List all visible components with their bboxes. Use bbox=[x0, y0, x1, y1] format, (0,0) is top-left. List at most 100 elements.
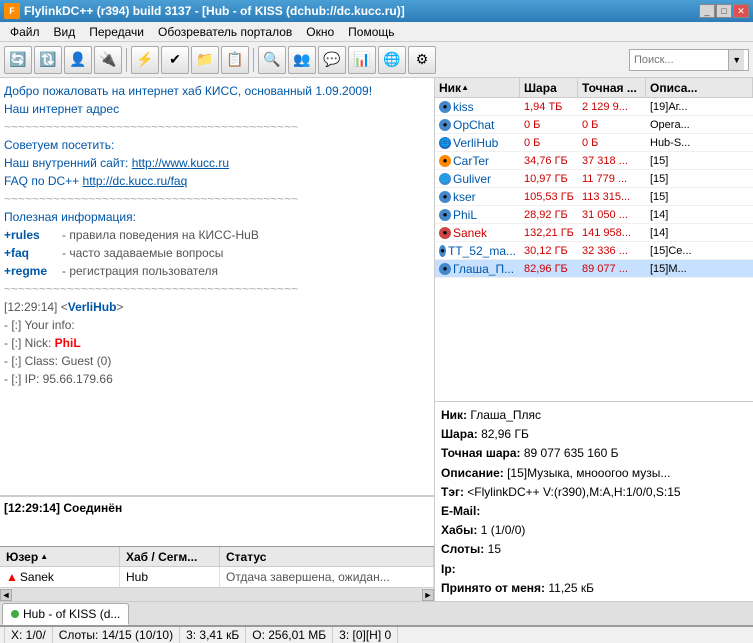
info-received-label: Принято от меня: bbox=[441, 581, 545, 595]
user-row-verlihub[interactable]: 🌐 VerliHub 0 Б 0 Б Hub-S... bbox=[435, 134, 753, 152]
toolbar-btn-user[interactable]: 👤 bbox=[64, 46, 92, 74]
toolbar-btn-chat[interactable]: 💬 bbox=[318, 46, 346, 74]
menu-bar: Файл Вид Передачи Обозреватель порталов … bbox=[0, 22, 753, 42]
toolbar-btn-connect[interactable]: 🔌 bbox=[94, 46, 122, 74]
avatar-kiss: ● bbox=[439, 101, 451, 113]
user-row-sanek[interactable]: ● Sanek 132,21 ГБ 141 958... [14] bbox=[435, 224, 753, 242]
user-share-opchat: 0 Б bbox=[520, 118, 578, 132]
toolbar-btn-users[interactable]: 👥 bbox=[288, 46, 316, 74]
user-exact-sanek: 141 958... bbox=[578, 226, 646, 240]
cmd-regme: +regme - регистрация пользователя bbox=[4, 262, 430, 280]
transfer-cell-status: Отдача завершена, ожидан... bbox=[220, 567, 434, 587]
menu-help[interactable]: Помощь bbox=[342, 23, 400, 41]
toolbar-btn-refresh2[interactable]: 🔃 bbox=[34, 46, 62, 74]
info-email: E-Mail: bbox=[441, 502, 747, 521]
toolbar-sep2 bbox=[253, 48, 254, 72]
info-tag-label: Тэг: bbox=[441, 485, 464, 499]
site-link[interactable]: http://www.kucc.ru bbox=[132, 156, 229, 170]
transfer-area: Юзер ▲ Хаб / Сегм... Статус ▲ Sanek Hub bbox=[0, 546, 434, 601]
menu-window[interactable]: Окно bbox=[300, 23, 340, 41]
faq-link[interactable]: http://dc.kucc.ru/faq bbox=[83, 174, 188, 188]
user-row-kser[interactable]: ● kser 105,53 ГБ 113 315... [15] bbox=[435, 188, 753, 206]
tilde3: ~~~~~~~~~~~~~~~~~~~~~~~~~~~~~~~~~~~~~~~~… bbox=[4, 280, 430, 298]
menu-transfers[interactable]: Передачи bbox=[83, 23, 150, 41]
user-share-verlihub: 0 Б bbox=[520, 136, 578, 150]
search-dropdown-btn[interactable]: ▼ bbox=[728, 50, 744, 70]
user-col-desc[interactable]: Описа... bbox=[646, 78, 753, 97]
minimize-button[interactable]: _ bbox=[699, 4, 715, 18]
main-area: Добро пожаловать на интернет хаб КИСС, о… bbox=[0, 78, 753, 601]
toolbar-right: ▼ bbox=[629, 49, 749, 71]
menu-view[interactable]: Вид bbox=[48, 23, 82, 41]
user-nick-kiss: ● kiss bbox=[435, 99, 520, 115]
info-exact: Точная шара: 89 077 635 160 Б bbox=[441, 444, 747, 463]
menu-file[interactable]: Файл bbox=[4, 23, 46, 41]
user-desc-sanek: [14] bbox=[646, 226, 753, 240]
h-scroll-track[interactable] bbox=[12, 588, 422, 601]
transfer-row[interactable]: ▲ Sanek Hub Отдача завершена, ожидан... bbox=[0, 567, 434, 587]
horizontal-scrollbar[interactable]: ◄ ► bbox=[0, 587, 434, 601]
user-nick-kser: ● kser bbox=[435, 189, 520, 205]
search-input[interactable] bbox=[634, 54, 728, 66]
user-share-carter: 34,76 ГБ bbox=[520, 154, 578, 168]
user-desc-kiss: [19]Аг... bbox=[646, 100, 753, 114]
info-desc-value: [15]Музыка, мнооогоо музы... bbox=[507, 466, 670, 480]
transfer-col-hub[interactable]: Хаб / Сегм... bbox=[120, 547, 220, 566]
info-desc-label: Описание: bbox=[441, 466, 504, 480]
info-desc: Описание: [15]Музыка, мнооогоо музы... bbox=[441, 464, 747, 483]
toolbar-sep1 bbox=[126, 48, 127, 72]
toolbar-btn-web[interactable]: 🌐 bbox=[378, 46, 406, 74]
transfer-header: Юзер ▲ Хаб / Сегм... Статус bbox=[0, 547, 434, 567]
avatar-glasha: ● bbox=[439, 263, 451, 275]
toolbar-btn-stats[interactable]: 📊 bbox=[348, 46, 376, 74]
user-row-kiss[interactable]: ● kiss 1,94 ТБ 2 129 9... [19]Аг... bbox=[435, 98, 753, 116]
info-slots-value: 15 bbox=[488, 542, 501, 556]
menu-portals[interactable]: Обозреватель порталов bbox=[152, 23, 298, 41]
close-button[interactable]: ✕ bbox=[733, 4, 749, 18]
window-controls[interactable]: _ □ ✕ bbox=[699, 4, 749, 18]
user-nick-tt52: ● TT_52_ma... bbox=[435, 243, 520, 259]
sys-ip: - [:] IP: 95.66.179.66 bbox=[4, 370, 430, 388]
toolbar-btn-action1[interactable]: ⚡ bbox=[131, 46, 159, 74]
user-col-share[interactable]: Шара bbox=[520, 78, 578, 97]
search-box[interactable]: ▼ bbox=[629, 49, 749, 71]
tab-status-dot bbox=[11, 610, 19, 618]
user-col-exact[interactable]: Точная ... bbox=[578, 78, 646, 97]
toolbar-btn-settings[interactable]: ⚙ bbox=[408, 46, 436, 74]
info-sent-label: Отдано мне: bbox=[441, 600, 515, 601]
toolbar-btn-action2[interactable]: ✔ bbox=[161, 46, 189, 74]
title-bar: F FlylinkDC++ (r394) build 3137 - [Hub -… bbox=[0, 0, 753, 22]
toolbar-btn-refresh1[interactable]: 🔄 bbox=[4, 46, 32, 74]
hub-info: Полезная информация: bbox=[4, 208, 430, 226]
info-received: Принято от меня: 11,25 кБ bbox=[441, 579, 747, 598]
user-share-phil: 28,92 ГБ bbox=[520, 208, 578, 222]
user-row-tt52[interactable]: ● TT_52_ma... 30,12 ГБ 32 336 ... [15]Се… bbox=[435, 242, 753, 260]
hub-faq: FAQ по DC++ http://dc.kucc.ru/faq bbox=[4, 172, 430, 190]
status-x: X: 1/0/ bbox=[4, 627, 53, 643]
toolbar-btn-folder[interactable]: 📁 bbox=[191, 46, 219, 74]
user-row-opchat[interactable]: ● OpChat 0 Б 0 Б Opera... bbox=[435, 116, 753, 134]
transfer-col-status[interactable]: Статус bbox=[220, 547, 434, 566]
user-desc-verlihub: Hub-S... bbox=[646, 136, 753, 150]
info-hubs-value: 1 (1/0/0) bbox=[481, 523, 526, 537]
info-exact-value: 89 077 635 160 Б bbox=[524, 446, 619, 460]
toolbar-btn-list[interactable]: 📋 bbox=[221, 46, 249, 74]
user-row-guliver[interactable]: 🌐 Guliver 10,97 ГБ 11 779 ... [15] bbox=[435, 170, 753, 188]
toolbar-btn-search[interactable]: 🔍 bbox=[258, 46, 286, 74]
info-email-label: E-Mail: bbox=[441, 504, 480, 518]
user-exact-verlihub: 0 Б bbox=[578, 136, 646, 150]
user-row-phil[interactable]: ● PhiL 28,92 ГБ 31 050 ... [14] bbox=[435, 206, 753, 224]
connection-status: [12:29:14] Соединён bbox=[4, 501, 430, 515]
info-hubs: Хабы: 1 (1/0/0) bbox=[441, 521, 747, 540]
maximize-button[interactable]: □ bbox=[716, 4, 732, 18]
transfer-col-user[interactable]: Юзер ▲ bbox=[0, 547, 120, 566]
user-exact-opchat: 0 Б bbox=[578, 118, 646, 132]
tab-hub[interactable]: Hub - of KISS (d... bbox=[2, 603, 129, 625]
avatar-sanek: ● bbox=[439, 227, 451, 239]
info-tag: Тэг: <FlylinkDC++ V:(r390),M:A,H:1/0/0,S… bbox=[441, 483, 747, 502]
user-col-nick[interactable]: Ник ▲ bbox=[435, 78, 520, 97]
user-row-carter[interactable]: ● CarTer 34,76 ГБ 37 318 ... [15] bbox=[435, 152, 753, 170]
user-row-glasha[interactable]: ● Глаша_П... 82,96 ГБ 89 077 ... [15]М..… bbox=[435, 260, 753, 278]
info-nick-value: Глаша_Пляс bbox=[470, 408, 541, 422]
cmd-rules: +rules - правила поведения на КИСС-HuB bbox=[4, 226, 430, 244]
